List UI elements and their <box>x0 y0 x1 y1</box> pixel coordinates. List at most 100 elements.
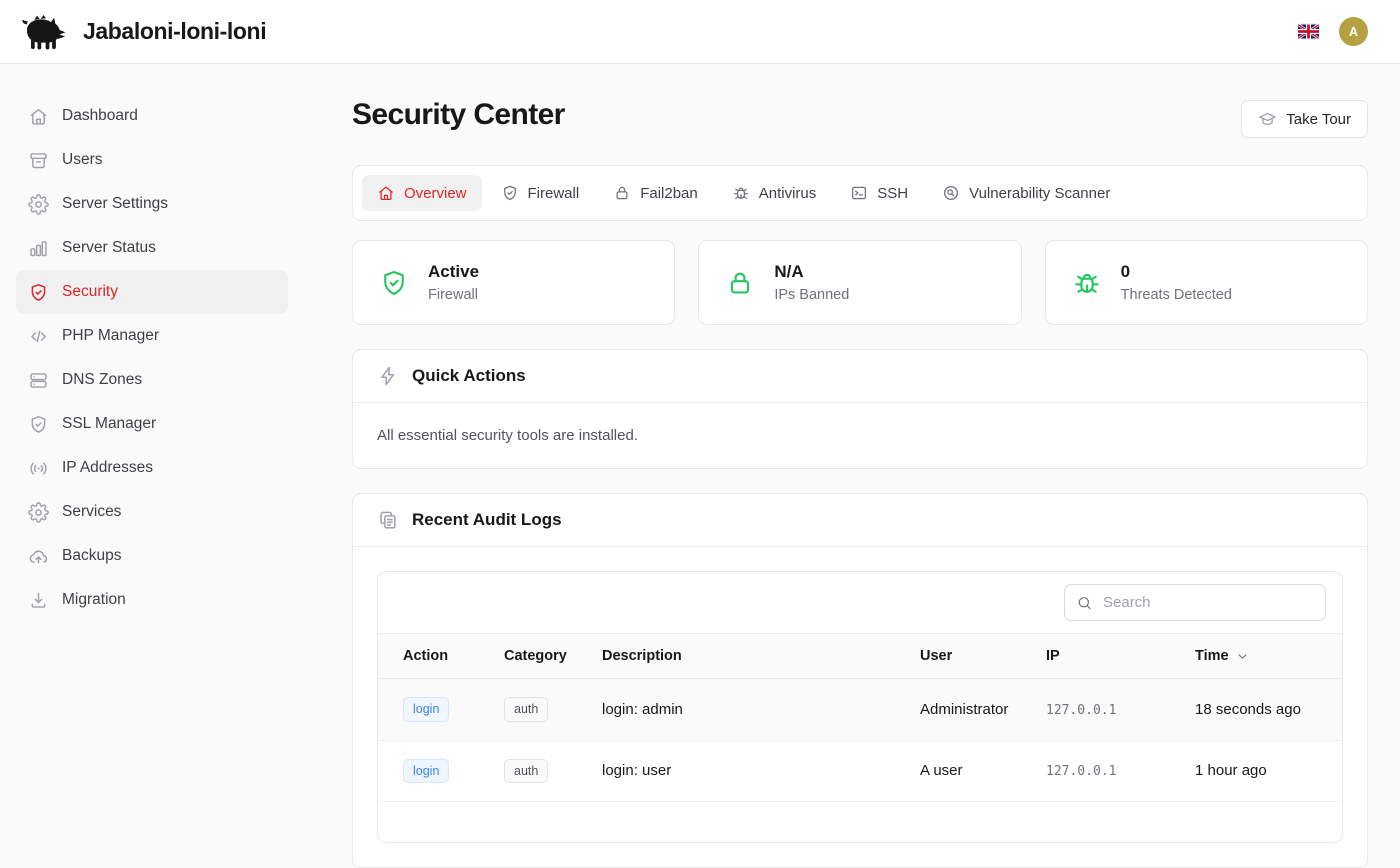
home-icon <box>28 106 49 127</box>
server-icon <box>28 370 49 391</box>
description-cell: login: admin <box>586 679 904 741</box>
top-bar: Jabaloni-loni-loni A <box>0 0 1400 64</box>
sidebar-item-label: Server Settings <box>62 195 168 213</box>
tab-antivirus[interactable]: Antivirus <box>717 175 832 211</box>
sidebar-item-label: Services <box>62 503 121 521</box>
home-icon <box>377 184 395 202</box>
status-card-firewall: Active Firewall <box>352 240 675 325</box>
tab-firewall[interactable]: Firewall <box>486 175 595 211</box>
quick-actions-card: Quick Actions All essential security too… <box>352 349 1368 469</box>
tab-ssh[interactable]: SSH <box>835 175 923 211</box>
boar-logo-icon <box>18 12 70 52</box>
status-cards: Active Firewall N/A IPs Banned 0 <box>352 240 1368 325</box>
lightning-icon <box>377 365 399 387</box>
clipboard-icon <box>377 509 399 531</box>
time-cell: 18 seconds ago <box>1179 679 1342 741</box>
sidebar: Dashboard Users Server Settings Server S… <box>0 64 304 800</box>
shield-check-icon <box>501 184 519 202</box>
column-header-description[interactable]: Description <box>586 634 904 679</box>
cloud-upload-icon <box>28 546 49 567</box>
app-title: Jabaloni-loni-loni <box>83 18 266 45</box>
column-header-ip[interactable]: IP <box>1030 634 1179 679</box>
tab-label: Antivirus <box>759 185 817 202</box>
scan-icon <box>942 184 960 202</box>
sidebar-item-server-status[interactable]: Server Status <box>16 226 288 270</box>
sidebar-item-label: Backups <box>62 547 121 565</box>
chart-icon <box>28 238 49 259</box>
audit-logs-card: Recent Audit Logs Action Cat <box>352 493 1368 868</box>
gear-icon <box>28 502 49 523</box>
sidebar-item-php-manager[interactable]: PHP Manager <box>16 314 288 358</box>
table-row: login auth login: user A user 127.0.0.1 … <box>378 740 1342 802</box>
sidebar-item-ip-addresses[interactable]: IP Addresses <box>16 446 288 490</box>
table-row-partial <box>378 802 1342 842</box>
main-content: Security Center Take Tour Overview Firew… <box>304 64 1400 800</box>
tab-fail2ban[interactable]: Fail2ban <box>598 175 713 211</box>
sidebar-item-server-settings[interactable]: Server Settings <box>16 182 288 226</box>
sidebar-item-dashboard[interactable]: Dashboard <box>16 94 288 138</box>
audit-table: Action Category Description User IP Time <box>377 571 1343 843</box>
ip-cell: 127.0.0.1 <box>1046 764 1116 779</box>
sidebar-item-dns-zones[interactable]: DNS Zones <box>16 358 288 402</box>
chevron-down-icon <box>1235 649 1250 664</box>
uk-flag-icon[interactable] <box>1298 24 1319 39</box>
sidebar-item-label: DNS Zones <box>62 371 142 389</box>
quick-actions-title: Quick Actions <box>412 366 526 386</box>
tab-overview[interactable]: Overview <box>362 175 482 211</box>
time-cell: 1 hour ago <box>1179 740 1342 802</box>
lock-icon <box>725 268 755 298</box>
tab-label: Overview <box>404 185 467 202</box>
status-card-ips-banned: N/A IPs Banned <box>698 240 1021 325</box>
sidebar-item-label: Migration <box>62 591 126 609</box>
column-header-user[interactable]: User <box>904 634 1030 679</box>
sidebar-item-ssl-manager[interactable]: SSL Manager <box>16 402 288 446</box>
ip-cell: 127.0.0.1 <box>1046 703 1116 718</box>
column-header-category[interactable]: Category <box>488 634 586 679</box>
sidebar-item-backups[interactable]: Backups <box>16 534 288 578</box>
take-tour-label: Take Tour <box>1286 111 1351 128</box>
status-value: N/A <box>774 262 849 282</box>
description-cell: login: user <box>586 740 904 802</box>
sidebar-item-migration[interactable]: Migration <box>16 578 288 622</box>
archive-icon <box>28 150 49 171</box>
search-input[interactable] <box>1064 584 1326 621</box>
action-badge: login <box>403 697 449 722</box>
user-cell: A user <box>904 740 1030 802</box>
sidebar-item-security[interactable]: Security <box>16 270 288 314</box>
take-tour-button[interactable]: Take Tour <box>1241 100 1368 138</box>
audit-logs-title: Recent Audit Logs <box>412 510 562 530</box>
category-badge: auth <box>504 759 548 784</box>
tab-label: Vulnerability Scanner <box>969 185 1110 202</box>
table-header-row: Action Category Description User IP Time <box>378 634 1342 679</box>
status-label: IPs Banned <box>774 287 849 303</box>
broadcast-icon <box>28 458 49 479</box>
code-icon <box>28 326 49 347</box>
category-badge: auth <box>504 697 548 722</box>
sidebar-item-label: Security <box>62 283 118 301</box>
download-icon <box>28 590 49 611</box>
quick-actions-message: All essential security tools are install… <box>377 427 1343 444</box>
sidebar-item-label: IP Addresses <box>62 459 153 477</box>
bug-icon <box>1072 268 1102 298</box>
page-title: Security Center <box>352 98 565 131</box>
status-label: Threats Detected <box>1121 287 1232 303</box>
sidebar-item-users[interactable]: Users <box>16 138 288 182</box>
tab-label: Fail2ban <box>640 185 698 202</box>
sidebar-item-services[interactable]: Services <box>16 490 288 534</box>
shield-check-icon <box>28 282 49 303</box>
shield-check-icon <box>379 268 409 298</box>
status-value: Active <box>428 262 479 282</box>
column-header-time[interactable]: Time <box>1179 634 1342 679</box>
action-badge: login <box>403 759 449 784</box>
sidebar-item-label: SSL Manager <box>62 415 156 433</box>
sidebar-item-label: Users <box>62 151 102 169</box>
security-tabs: Overview Firewall Fail2ban Antivirus <box>352 165 1368 221</box>
avatar[interactable]: A <box>1339 17 1368 46</box>
column-header-action[interactable]: Action <box>378 634 488 679</box>
tab-vulnerability-scanner[interactable]: Vulnerability Scanner <box>927 175 1125 211</box>
bug-icon <box>732 184 750 202</box>
tab-label: SSH <box>877 185 908 202</box>
tab-label: Firewall <box>528 185 580 202</box>
gear-icon <box>28 194 49 215</box>
sidebar-item-label: Dashboard <box>62 107 138 125</box>
